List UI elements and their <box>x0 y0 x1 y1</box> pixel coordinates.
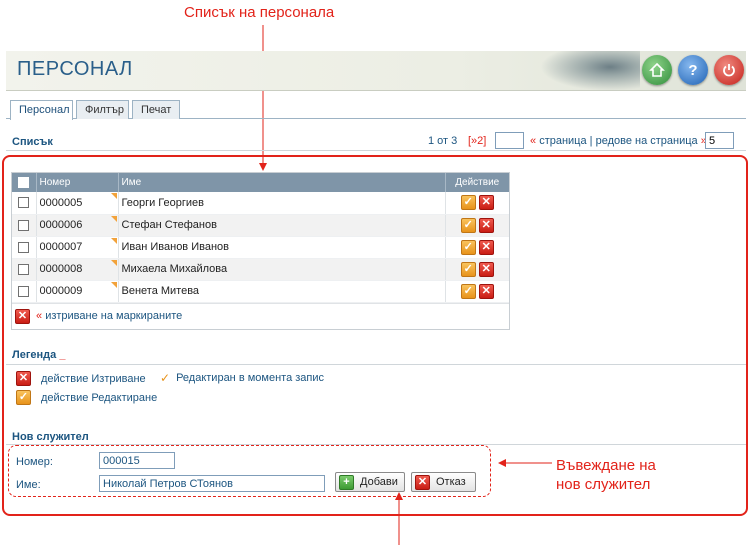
legend-title-text: Легенда <box>12 349 57 361</box>
edit-icon[interactable]: ✓ <box>460 217 476 233</box>
table-row: 0000008 Михаела Михайлова ✓ ✕ <box>12 258 509 281</box>
delete-icon[interactable]: ✕ <box>478 283 494 299</box>
delete-icon[interactable]: ✕ <box>478 261 494 277</box>
legend-delete-label: действие Изтриване <box>41 372 146 385</box>
edit-icon[interactable]: ✓ <box>460 239 476 255</box>
edit-icon[interactable]: ✓ <box>460 261 476 277</box>
column-number[interactable]: Номер <box>36 173 119 192</box>
legend-edit-label: действие Редактиране <box>41 391 158 404</box>
header-decoration <box>540 51 640 91</box>
home-button[interactable] <box>642 55 672 85</box>
edited-flag-icon <box>110 281 117 288</box>
edit-icon[interactable]: ✓ <box>460 195 476 211</box>
help-icon: ? <box>688 61 698 79</box>
row-number: 0000005 <box>39 196 83 209</box>
tab-staff[interactable]: Персонал <box>10 100 73 120</box>
legend-toggle[interactable]: _ <box>59 349 65 361</box>
row-checkbox[interactable] <box>18 219 30 231</box>
row-number: 0000006 <box>39 219 83 231</box>
name-field[interactable] <box>99 475 325 492</box>
table-row: 0000009 Венета Митева ✓ ✕ <box>12 280 509 303</box>
edit-icon[interactable]: ✓ <box>460 283 476 299</box>
table-row: 0000006 Стефан Стефанов ✓ ✕ <box>12 214 509 237</box>
pager-links: « страница | редове на страница » <box>530 135 707 147</box>
tab-print[interactable]: Печат <box>132 100 180 119</box>
edited-flag-icon <box>110 237 117 244</box>
row-number: 0000009 <box>39 285 83 297</box>
edited-check-icon: ✓ <box>160 371 171 385</box>
edit-icon: ✓ <box>16 390 31 405</box>
tab-filter[interactable]: Филтър <box>76 100 129 119</box>
annotation-new-employee: Въвеждане на нов служител <box>556 456 656 494</box>
row-name: Стефан Стефанов <box>118 214 446 237</box>
page-input[interactable] <box>495 132 524 149</box>
column-name[interactable]: Име <box>118 173 446 192</box>
delete-icon: ✕ <box>16 371 31 386</box>
row-name: Иван Иванов Иванов <box>118 236 446 259</box>
power-button[interactable] <box>714 55 744 85</box>
edited-flag-icon <box>110 193 117 199</box>
row-checkbox[interactable] <box>18 285 30 297</box>
delete-marked-icon[interactable]: ✕ <box>15 308 30 324</box>
delete-icon[interactable]: ✕ <box>478 195 494 211</box>
power-icon <box>723 64 735 77</box>
annotation-line-1: Въвеждане на <box>556 457 656 474</box>
delete-marked-label: изтриване на маркираните <box>45 310 183 322</box>
list-title: Списък <box>12 136 53 148</box>
plus-icon: + <box>339 474 354 490</box>
select-all-cell <box>12 173 37 192</box>
pager-rows-link[interactable]: редове на страница <box>596 135 698 147</box>
row-checkbox[interactable] <box>18 197 30 209</box>
pager-position: 1 от 3 <box>428 135 458 147</box>
add-button[interactable]: + Добави <box>335 472 405 492</box>
legend-edited: ✓ Редактиран в момента запис <box>160 371 324 385</box>
row-checkbox[interactable] <box>18 263 30 275</box>
edited-flag-icon <box>110 215 117 222</box>
delete-marked-arrow: « <box>36 310 43 322</box>
row-name: Георги Георгиев <box>118 192 446 215</box>
column-action: Действие <box>445 173 509 192</box>
pager-next-page[interactable]: [»2] <box>468 135 486 147</box>
legend-edited-label: Редактиран в момента запис <box>176 372 324 384</box>
table-row: 0000007 Иван Иванов Иванов ✓ ✕ <box>12 236 509 259</box>
legend-edit: ✓ действие Редактиране <box>16 390 157 405</box>
delete-marked-link[interactable]: « изтриване на маркираните <box>36 310 182 322</box>
close-icon: ✕ <box>415 474 430 490</box>
edited-flag-icon <box>110 259 117 266</box>
annotation-line-2: нов служител <box>556 476 651 493</box>
row-number: 0000007 <box>39 241 83 253</box>
table-row: 0000005 Георги Георгиев ✓ ✕ <box>12 192 509 215</box>
cancel-button[interactable]: ✕ Отказ <box>411 472 476 492</box>
staff-grid: Номер Име Действие 0000005 Георги Георги… <box>11 172 510 330</box>
delete-icon[interactable]: ✕ <box>478 239 494 255</box>
divider <box>6 150 746 151</box>
pager-page-link[interactable]: страница <box>539 135 586 147</box>
page-title: ПЕРСОНАЛ <box>17 58 133 80</box>
row-name: Венета Митева <box>118 280 446 303</box>
home-icon <box>649 62 665 77</box>
row-number: 0000008 <box>39 263 83 275</box>
number-field[interactable] <box>99 452 175 469</box>
row-name: Михаела Михайлова <box>118 258 446 281</box>
add-button-label: Добави <box>360 476 398 488</box>
number-label: Номер: <box>16 456 53 468</box>
pager-separator: | <box>589 135 593 147</box>
grid-footer: ✕ « изтриване на маркираните <box>12 302 509 329</box>
help-button[interactable]: ? <box>678 55 708 85</box>
new-employee-title: Нов служител <box>12 431 89 443</box>
row-checkbox[interactable] <box>18 241 30 253</box>
delete-icon[interactable]: ✕ <box>478 217 494 233</box>
name-label: Име: <box>16 479 41 491</box>
cancel-button-label: Отказ <box>436 476 466 488</box>
select-all-checkbox[interactable] <box>18 176 30 188</box>
legend-delete: ✕ действие Изтриване <box>16 371 146 386</box>
legend-title: Легенда _ <box>12 349 65 361</box>
rows-per-page-input[interactable] <box>705 132 734 149</box>
divider <box>6 364 746 365</box>
pager-left-arrow: « <box>530 135 537 147</box>
